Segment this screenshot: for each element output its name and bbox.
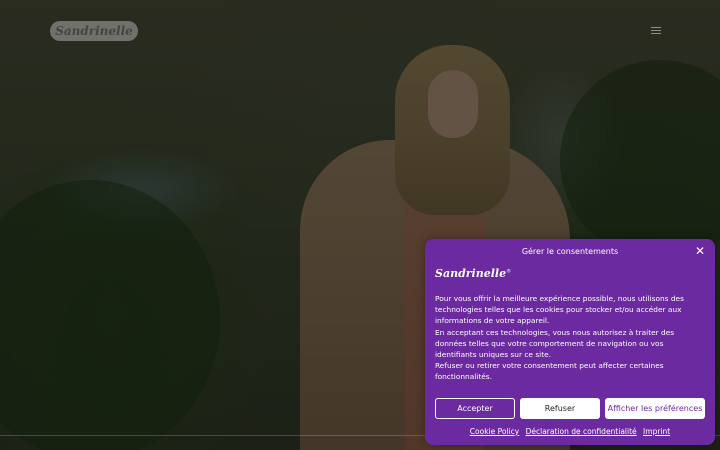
consent-text: Pour vous offrir la meilleure expérience… [435,293,697,383]
site-logo[interactable]: Sandrinelle [50,21,138,41]
accept-button[interactable]: Accepter [435,398,515,419]
consent-title: Gérer le consentements [521,247,619,256]
consent-logo-text: Sandrinelle [435,267,507,280]
consent-logo: Sandrinelle® [435,267,511,280]
consent-dialog: Gérer le consentements ✕ Sandrinelle® Po… [425,239,715,445]
refuse-button[interactable]: Refuser [520,398,600,419]
consent-links: Cookie Policy Déclaration de confidentia… [425,427,715,436]
site-logo-text: Sandrinelle [55,24,133,38]
page: Sandrinelle Gérer le consentements ✕ San… [0,0,720,450]
registered-mark: ® [506,268,512,275]
cookie-policy-link[interactable]: Cookie Policy [470,427,519,436]
consent-paragraph-2: En acceptant ces technologies, vous nous… [435,327,675,360]
preferences-button[interactable]: Afficher les préférences [605,398,705,419]
hamburger-icon[interactable] [651,27,661,35]
consent-paragraph-1: Pour vous offrir la meilleure expérience… [435,294,684,326]
privacy-link[interactable]: Déclaration de confidentialité [526,427,637,436]
imprint-link[interactable]: Imprint [643,427,670,436]
close-icon[interactable]: ✕ [695,244,705,258]
consent-paragraph-3: Refuser ou retirer votre consentement pe… [435,361,664,382]
